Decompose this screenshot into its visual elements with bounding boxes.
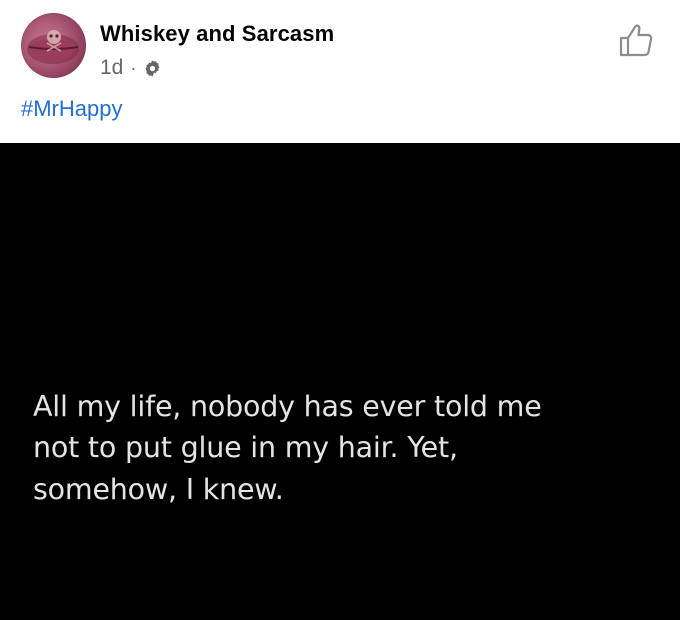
hashtag-link[interactable]: #MrHappy — [21, 96, 122, 122]
post-timestamp[interactable]: 1d — [100, 56, 123, 80]
avatar[interactable] — [21, 13, 86, 78]
post-meta: 1d · — [100, 55, 162, 81]
page-name[interactable]: Whiskey and Sarcasm — [100, 21, 334, 47]
post-image[interactable]: All my life, nobody has ever told me not… — [0, 143, 680, 620]
quote-text: All my life, nobody has ever told me not… — [33, 390, 542, 506]
lips-avatar-icon — [27, 30, 79, 64]
post-header: Whiskey and Sarcasm 1d · #MrHappy — [0, 0, 680, 143]
meta-separator: · — [130, 57, 137, 78]
thumbs-up-icon[interactable] — [617, 21, 655, 59]
post-card: Whiskey and Sarcasm 1d · #MrHappy All my… — [0, 0, 680, 620]
gear-icon[interactable] — [143, 59, 162, 78]
